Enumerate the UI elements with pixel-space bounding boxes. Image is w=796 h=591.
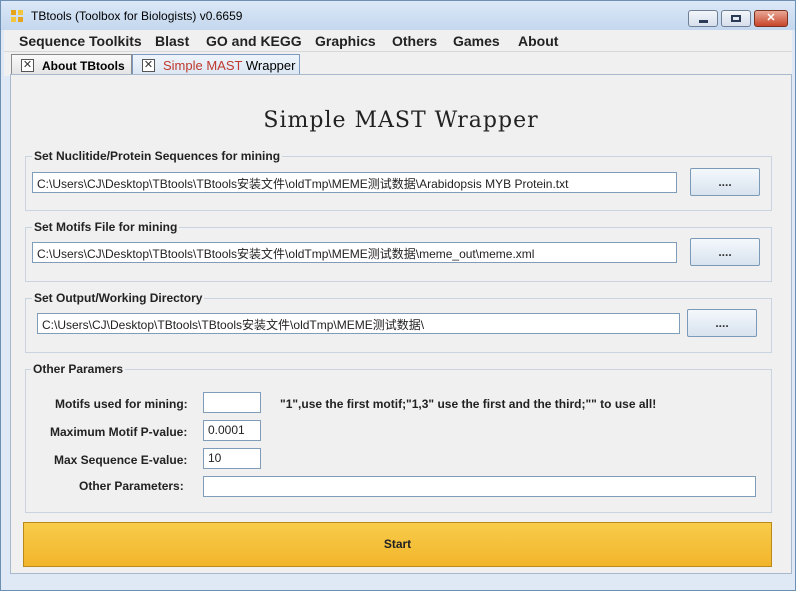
output-path-input[interactable]: C:\Users\CJ\Desktop\TBtools\TBtools安装文件\… [37,313,680,334]
pvalue-input[interactable]: 0.0001 [203,420,261,441]
title-bar[interactable]: TBtools (Toolbox for Biologists) v0.6659… [1,1,795,30]
sequences-group: Set Nuclitide/Protein Sequences for mini… [25,149,772,211]
tab-strip: ✕ About TBtools ✕ Simple MAST Wrapper [4,52,792,77]
motifs-used-label: Motifs used for mining: [55,397,188,411]
output-browse-button[interactable]: .... [687,309,757,337]
evalue-label: Max Sequence E-value: [54,453,188,467]
window-title: TBtools (Toolbox for Biologists) v0.6659 [31,9,243,23]
maximize-icon [731,15,741,22]
menu-go-kegg[interactable]: GO and KEGG [206,33,302,49]
motifs-browse-button[interactable]: .... [690,238,760,266]
window-controls: ✕ [685,10,788,27]
menu-blast[interactable]: Blast [155,33,189,49]
other-params-label: Other Parameters: [79,479,184,493]
minimize-icon [699,20,708,23]
other-params-input[interactable] [203,476,756,497]
menu-games[interactable]: Games [453,33,500,49]
motifs-group-label: Set Motifs File for mining [32,220,180,234]
app-icon [11,10,23,22]
tab-close-icon[interactable]: ✕ [142,59,155,72]
menu-bar: Sequence Toolkits Blast GO and KEGG Grap… [4,30,792,52]
tab-about-tbtools[interactable]: ✕ About TBtools [11,54,132,76]
close-button[interactable]: ✕ [754,10,788,27]
menu-about[interactable]: About [518,33,558,49]
tab-label-highlight: Simple MAST [163,58,243,73]
sequences-group-label: Set Nuclitide/Protein Sequences for mini… [32,149,283,163]
sequences-path-input[interactable]: C:\Users\CJ\Desktop\TBtools\TBtools安装文件\… [32,172,677,193]
mast-panel: Simple MAST Wrapper Set Nuclitide/Protei… [10,74,792,574]
pvalue-label: Maximum Motif P-value: [50,425,188,439]
motifs-path-input[interactable]: C:\Users\CJ\Desktop\TBtools\TBtools安装文件\… [32,242,677,263]
motifs-group: Set Motifs File for mining C:\Users\CJ\D… [25,220,772,282]
other-params-group: Other Paramers Motifs used for mining: "… [25,362,772,513]
menu-others[interactable]: Others [392,33,437,49]
minimize-button[interactable] [688,10,718,27]
menu-sequence-toolkits[interactable]: Sequence Toolkits [19,33,142,49]
page-title: Simple MAST Wrapper [263,108,539,133]
tab-close-icon[interactable]: ✕ [21,59,34,72]
motifs-used-input[interactable] [203,392,261,413]
evalue-input[interactable]: 10 [203,448,261,469]
output-group-label: Set Output/Working Directory [32,291,205,305]
maximize-button[interactable] [721,10,751,27]
close-icon: ✕ [766,12,776,24]
menu-graphics[interactable]: Graphics [315,33,376,49]
motifs-used-hint: "1",use the first motif;"1,3" use the fi… [280,397,657,411]
start-button[interactable]: Start [23,522,772,567]
tab-label: Simple MAST Wrapper [163,58,295,73]
other-params-group-label: Other Paramers [31,362,126,376]
output-group: Set Output/Working Directory C:\Users\CJ… [25,291,772,353]
tab-label-rest: Wrapper [242,58,296,73]
sequences-browse-button[interactable]: .... [690,168,760,196]
tab-label: About TBtools [42,59,125,73]
